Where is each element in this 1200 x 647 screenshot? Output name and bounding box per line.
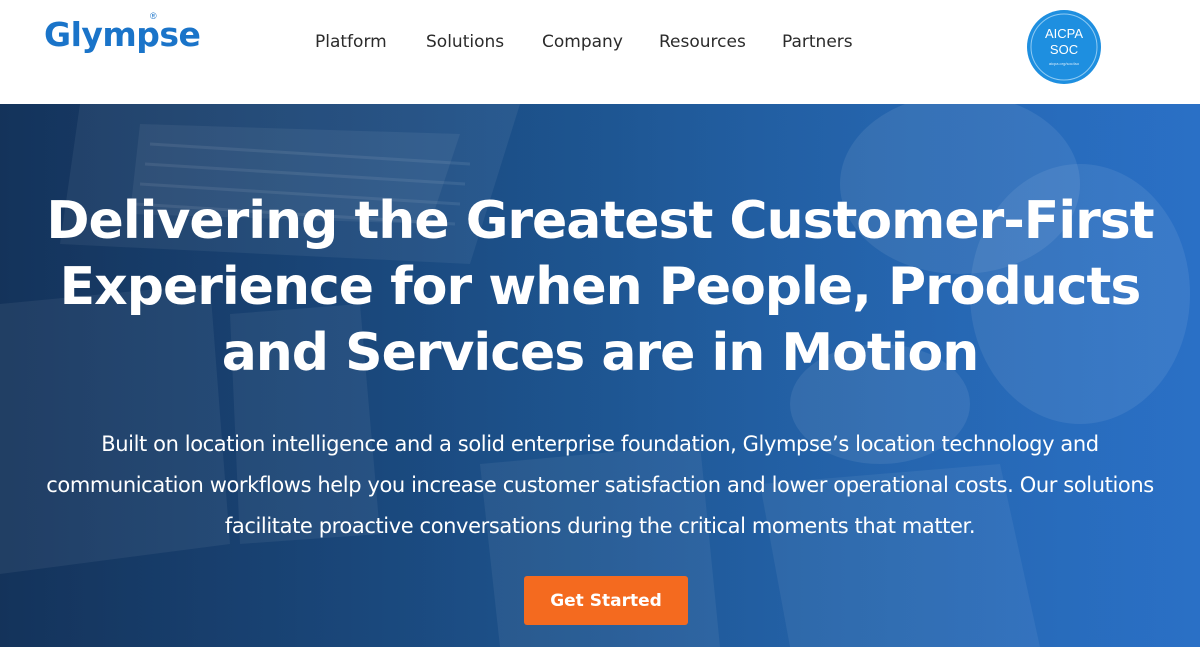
site-header: Glympse ® Platform Solutions Company Res…: [0, 0, 1200, 104]
hero-section: Delivering the Greatest Customer-First E…: [0, 104, 1200, 647]
nav-platform[interactable]: Platform: [315, 31, 387, 53]
nav-solutions[interactable]: Solutions: [426, 31, 504, 53]
registered-mark: ®: [150, 11, 157, 21]
badge-line1: AICPA: [1045, 26, 1083, 41]
nav-company[interactable]: Company: [542, 31, 623, 53]
get-started-button[interactable]: Get Started: [524, 576, 688, 625]
glympse-logo[interactable]: Glympse: [44, 18, 201, 51]
nav-partners[interactable]: Partners: [782, 31, 853, 53]
badge-small-text: aicpa.org/soc4so: [1049, 61, 1080, 66]
hero-headline: Delivering the Greatest Customer-First E…: [46, 191, 1154, 383]
aicpa-soc-badge-icon: AICPA SOC aicpa.org/soc4so: [1027, 10, 1101, 84]
nav-resources[interactable]: Resources: [659, 31, 746, 53]
hero-subtext: Built on location intelligence and a sol…: [46, 432, 1154, 538]
badge-line2: SOC: [1050, 42, 1078, 57]
